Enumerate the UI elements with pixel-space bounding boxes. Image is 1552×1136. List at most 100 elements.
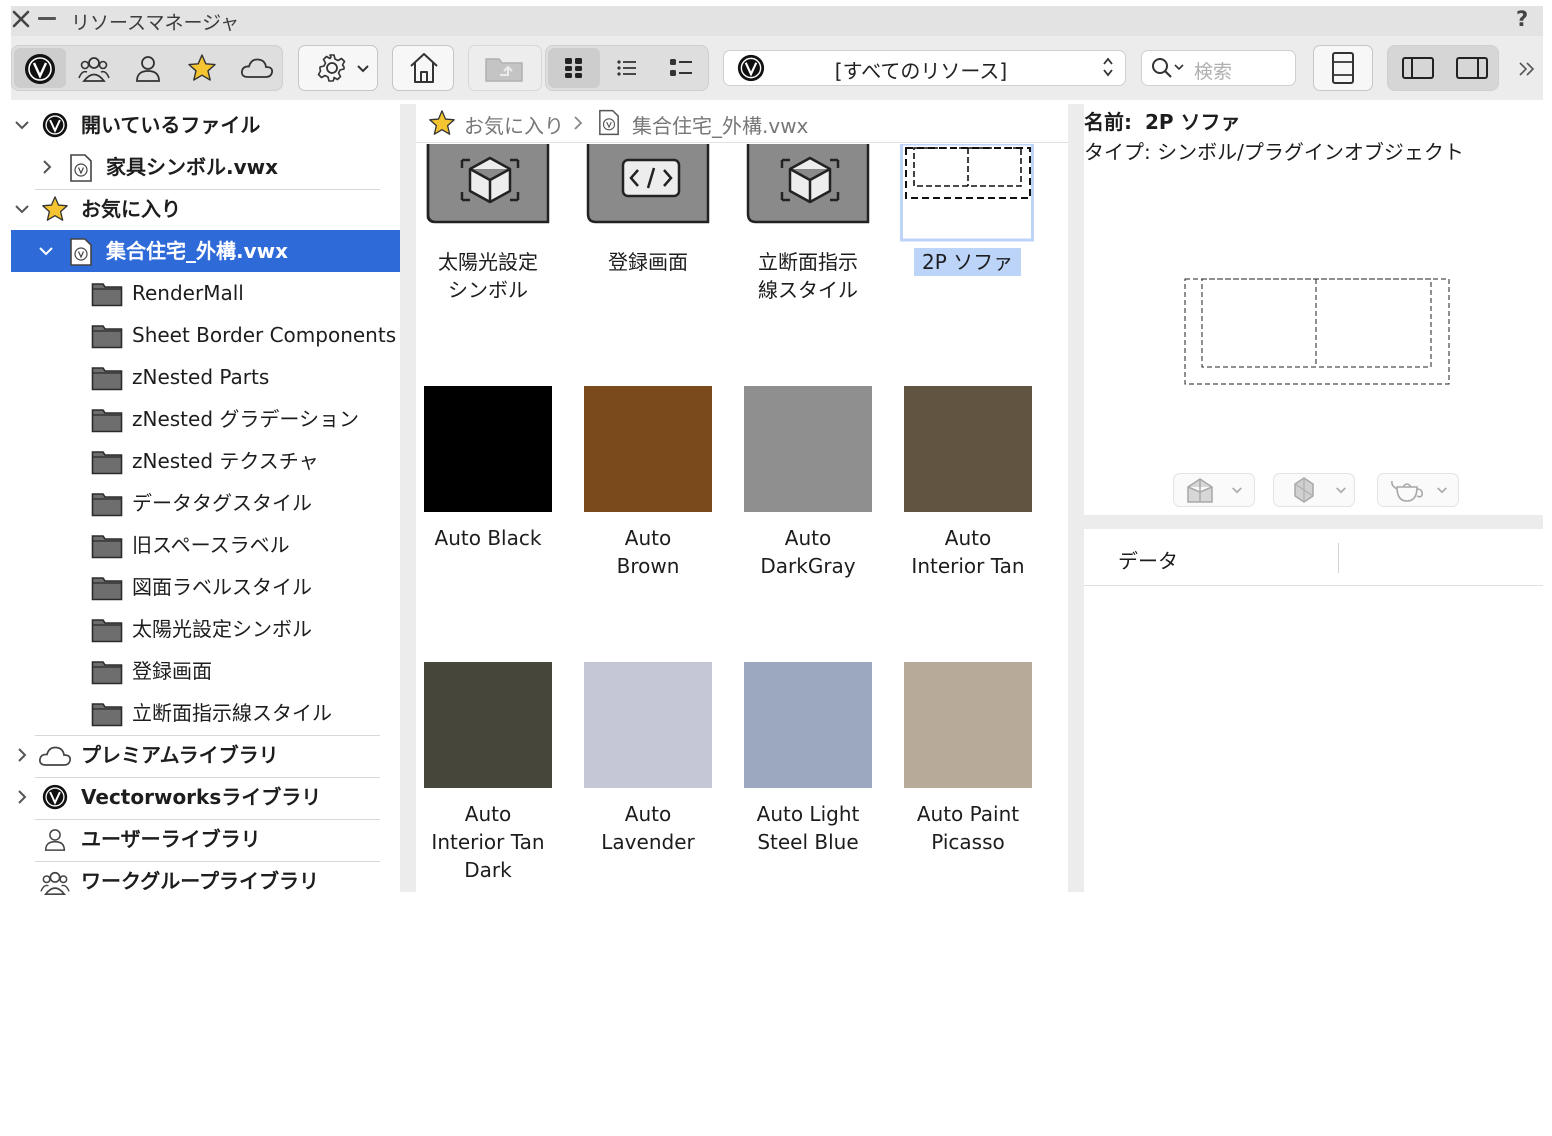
color-swatch[interactable] [584,386,712,512]
overflow-chevron-icon[interactable] [1518,61,1536,77]
resource-label: Auto Brown [568,524,728,580]
tree-folder-label: 登録画面 [132,659,212,683]
chevron-down-icon[interactable] [14,119,30,131]
updown-chevron-icon [1102,56,1114,78]
chevron-right-icon[interactable] [16,747,28,763]
resource-type: タイプ: シンボル/プラグインオブジェクト [1084,140,1464,164]
resource-label-line: Auto [944,526,992,550]
tree-folder[interactable]: zNested テクスチャ [11,440,400,482]
tree-folder[interactable]: 図面ラベルスタイル [11,566,400,608]
right-sidebar-icon[interactable] [1456,57,1488,79]
tree-folder[interactable]: zNested Parts [11,356,400,398]
toolbar: [すべてのリソース] 検索 [11,36,1543,100]
tree-vectorworks-library[interactable]: Vectorworksライブラリ [11,776,400,818]
tree-favorite-file[interactable]: 集合住宅_外構.vwx [11,230,400,272]
tree-folder-label: 太陽光設定シンボル [132,617,312,641]
color-swatch[interactable] [904,386,1032,512]
color-swatch[interactable] [904,662,1032,788]
tree-premium-label: プレミアムライブラリ [81,743,279,767]
teapot-icon [1389,477,1425,503]
tree-folder-label: Sheet Border Components [132,323,397,347]
symbol-preview [1184,278,1452,386]
tree-folder[interactable]: Sheet Border Components [11,314,400,356]
resource-label-line: Auto Paint [916,802,1020,826]
resource-item[interactable] [426,144,554,226]
user-icon[interactable] [135,54,161,84]
tree-open-files[interactable]: 開いているファイル [11,104,400,146]
code-icon [586,144,710,224]
breadcrumb-file[interactable]: 集合住宅_外構.vwx [632,110,808,139]
resource-label-line: Auto Light [756,802,860,826]
resource-label-line: 線スタイル [758,278,858,302]
tree-folder[interactable]: RenderMall [11,272,400,314]
folder-up-icon [484,55,524,83]
breadcrumb-root[interactable]: お気に入り [464,110,564,139]
chevron-down-icon[interactable] [14,203,30,215]
folder-icon [91,281,123,307]
resource-label: Auto DarkGray [728,524,888,580]
color-swatch[interactable] [744,386,872,512]
grid-view-icon[interactable] [564,57,584,79]
tree-workgroup-library[interactable]: ワークグループライブラリ [11,860,400,902]
color-swatch[interactable] [424,386,552,512]
tree-folder[interactable]: データタグスタイル [11,482,400,524]
tree-folder[interactable]: 登録画面 [11,650,400,692]
house-view-icon [1185,476,1215,504]
vwx-file-icon [69,154,93,182]
tree-favorites[interactable]: お気に入り [11,188,400,230]
close-icon[interactable] [11,9,31,29]
resource-tree: 開いているファイル 家具シンボル.vwx お気に入り 集合住宅_外構.vwx R… [11,104,400,896]
resource-item[interactable] [746,144,874,226]
cube-icon [746,144,870,224]
pane-splitter-right[interactable] [1068,104,1084,892]
tree-folder[interactable]: 旧スペースラベル [11,524,400,566]
list-view-icon[interactable] [617,59,637,77]
vectorworks-logo-icon[interactable] [24,53,56,85]
resource-item[interactable] [586,144,714,226]
search-icon[interactable] [1151,57,1187,79]
tree-folder-label: 図面ラベルスタイル [132,575,312,599]
user-icon [44,827,66,853]
chevron-right-icon[interactable] [41,159,53,175]
resource-label: Auto Black [416,524,568,552]
tree-folder[interactable]: 太陽光設定シンボル [11,608,400,650]
tree-user-library[interactable]: ユーザーライブラリ [11,818,400,860]
resource-label-line: Auto Black [434,526,542,550]
resource-item-selected[interactable] [900,144,1034,242]
chevron-down-icon [1335,486,1347,495]
color-swatch[interactable] [584,662,712,788]
tree-vectorworks-label: Vectorworksライブラリ [81,785,322,809]
window-title: リソースマネージャ [71,12,240,34]
home-icon [408,51,440,85]
chevron-right-icon[interactable] [16,789,28,805]
help-button[interactable]: ? [1516,7,1528,31]
chevron-down-icon[interactable] [38,245,54,257]
folder-icon [91,323,123,349]
title-bar: リソースマネージャ ? [11,6,1543,36]
resource-label-line: Auto [464,802,512,826]
pane-splitter-left[interactable] [400,104,416,892]
cube-icon [426,144,550,224]
folder-icon [91,491,123,517]
tree-premium-library[interactable]: プレミアムライブラリ [11,734,400,776]
resource-label-line: Brown [616,554,680,578]
minimize-icon[interactable] [38,17,56,20]
render-mode-icon [1292,476,1316,504]
detail-list-view-icon[interactable] [669,58,693,78]
resource-label-line: 太陽光設定 [438,250,538,274]
left-sidebar-icon[interactable] [1402,57,1434,79]
star-icon[interactable] [187,53,217,83]
tree-file-furniture[interactable]: 家具シンボル.vwx [11,146,400,188]
preview-pane-icon [1331,51,1355,85]
color-swatch[interactable] [424,662,552,788]
tree-folder[interactable]: 立断面指示線スタイル [11,692,400,734]
tree-file-label: 家具シンボル.vwx [106,155,279,179]
cloud-icon[interactable] [240,56,274,80]
data-tab[interactable]: データ [1118,545,1178,574]
tree-folder-label: データタグスタイル [132,491,312,515]
pane-splitter-horizontal[interactable] [1084,515,1543,529]
color-swatch[interactable] [744,662,872,788]
workgroup-icon[interactable] [78,54,110,84]
vwx-file-icon [598,109,620,136]
tree-folder[interactable]: zNested グラデーション [11,398,400,440]
